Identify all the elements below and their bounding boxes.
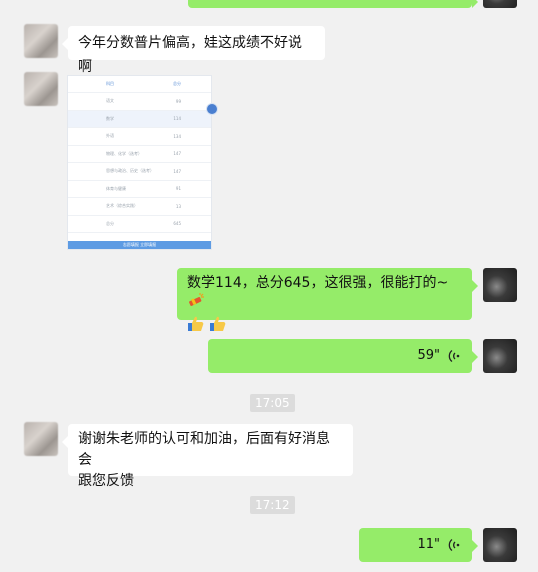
table-cell: 外语 [106,133,114,139]
table-row: 思想与政治、历史（选考） 147 [68,163,211,181]
avatar-self[interactable] [483,268,517,302]
table-cell: 艺术（综合实践） [106,203,138,209]
table-cell: 思想与政治、历史（选考） [106,168,154,174]
avatar-contact[interactable] [24,422,58,456]
table-cell: 物理、化学（选考） [106,150,142,156]
voice-message-bubble[interactable]: 11" [359,528,478,562]
message-bubble[interactable]: 谢谢朱老师的认可和加油，后面有好消息会 跟您反馈 [62,424,353,489]
table-cell: 体育与健康 [106,185,126,191]
table-cell: 语文 [106,98,114,104]
message-text: 谢谢朱老师的认可和加油，后面有好消息会 [78,431,330,468]
table-cell: 91 [175,186,181,192]
thumbs-up-emoji-icon [187,315,205,339]
table-cell: 99 [175,98,181,104]
table-cell: 645 [173,221,181,227]
message-bubble[interactable]: 今年分数普片偏高，娃这成绩不好说啊 [62,26,325,75]
message-text: 今年分数普片偏高，娃这成绩不好说啊 [78,35,302,75]
table-row: 艺术（综合实践） 13 [68,198,211,216]
timestamp: 17:12 [250,496,295,514]
table-cell: 147 [173,151,181,157]
table-cell: 13 [175,203,181,209]
table-row: 物理、化学（选考） 147 [68,146,211,163]
table-row: 总分 645 [68,216,211,233]
table-cell: 134 [173,133,181,139]
shared-score-image[interactable]: 科目 总分 语文 99 数学 114 外语 134 物理、化学（选考） 147 … [67,75,212,250]
header-cell: 科目 [106,81,114,86]
table-cell: 114 [173,116,181,122]
table-row: 数学 114 [68,110,211,128]
table-cell: 数学 [106,115,114,121]
avatar-contact[interactable] [24,72,58,106]
voice-message-bubble[interactable]: 59" [208,339,478,373]
voice-wave-icon [448,538,460,552]
table-cell: 总分 [106,220,114,226]
avatar-self[interactable] [483,0,517,8]
message-text: 跟您反馈 [78,473,134,489]
image-fill-button: 志愿填报 立即填报 [68,241,211,249]
avatar-contact[interactable] [24,24,58,58]
timestamp: 17:05 [250,394,295,412]
table-row: 外语 134 [68,128,211,146]
message-bubble[interactable]: 数学114，总分645，这很强，很能打的~ [177,268,478,331]
firecracker-emoji-icon [187,293,205,315]
table-header: 科目 总分 [68,76,211,93]
table-row: 体育与健康 91 [68,181,211,198]
header-cell: 总分 [173,81,181,86]
avatar-self[interactable] [483,339,517,373]
voice-wave-icon [448,349,460,363]
image-side-icon [206,103,218,115]
previous-message-bubble[interactable] [188,0,478,8]
voice-duration: 59" [417,348,440,363]
message-text: 数学114，总分645，这很强，很能打的~ [187,275,449,291]
avatar-self[interactable] [483,528,517,562]
table-cell: 147 [173,168,181,174]
table-row: 语文 99 [68,93,211,111]
voice-duration: 11" [417,537,440,552]
thumbs-up-emoji-icon [209,315,227,339]
